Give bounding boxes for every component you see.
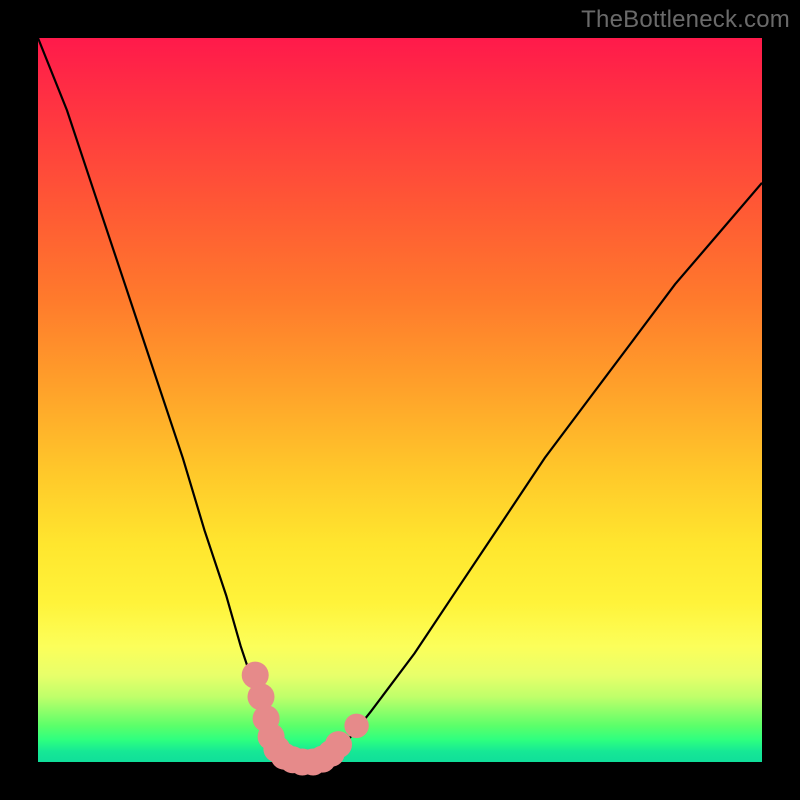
chart-overlay bbox=[38, 38, 762, 762]
marker-group bbox=[242, 662, 369, 776]
watermark-text: TheBottleneck.com bbox=[581, 6, 790, 34]
bottleneck-curve bbox=[38, 38, 762, 762]
curve-marker bbox=[325, 731, 352, 758]
curve-marker bbox=[344, 714, 368, 738]
outer-frame: TheBottleneck.com bbox=[0, 0, 800, 800]
